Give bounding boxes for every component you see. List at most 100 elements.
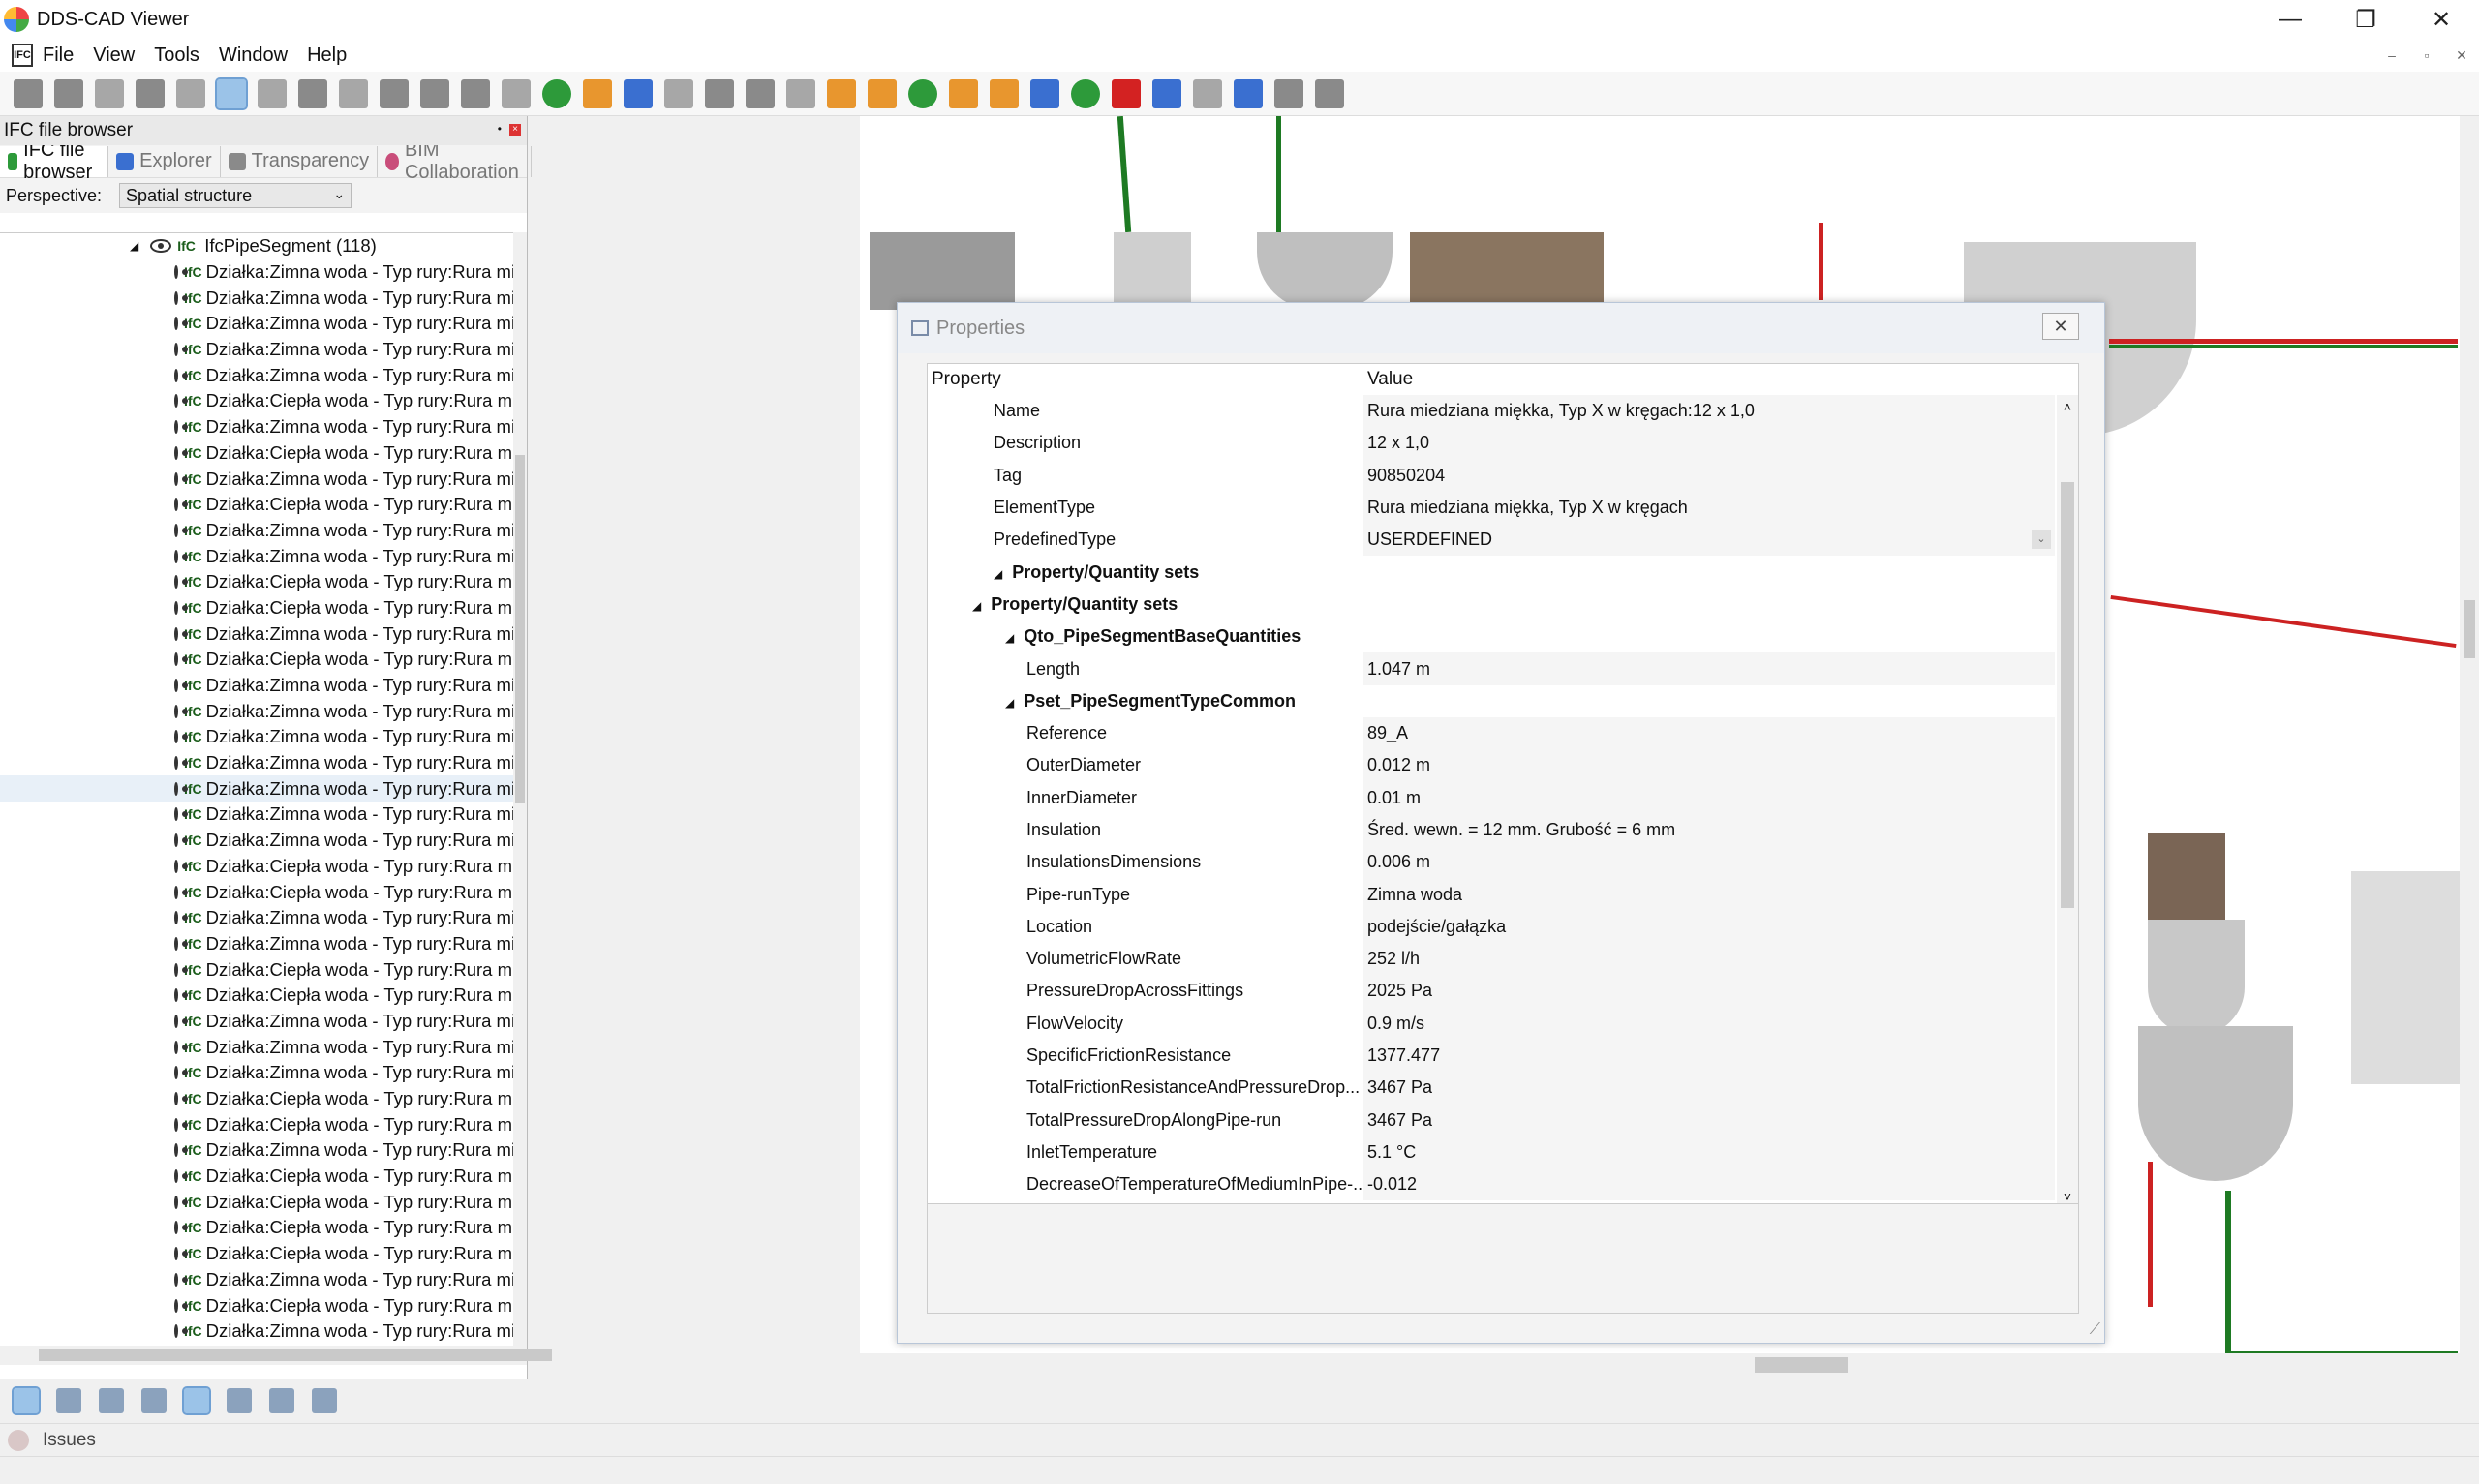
restore-button[interactable]: ❐ [2328,0,2403,39]
visibility-eye-icon[interactable] [174,523,188,537]
tree-item[interactable]: IfCDziałka:Zimna woda - Typ rury:Rura mi… [0,414,513,440]
perspective-select[interactable]: Spatial structure ⌄ [119,183,352,208]
camera-icon[interactable] [215,76,248,110]
scroll-thumb[interactable] [1755,1357,1848,1373]
visibility-eye-icon[interactable] [174,652,188,667]
visibility-eye-icon[interactable] [174,1117,188,1132]
property-row[interactable]: InsulationsDimensions 0.006 m [928,846,2078,879]
minimize-button[interactable]: — [2252,0,2328,39]
axis-icon[interactable] [227,1388,252,1413]
tree-item[interactable]: IfCDziałka:Zimna woda - Typ rury:Rura mi… [0,673,513,699]
property-row[interactable]: TotalFrictionResistanceAndPressureDrop..… [928,1072,2078,1105]
scroll-thumb[interactable] [515,455,525,803]
visibility-eye-icon[interactable] [174,859,188,873]
visibility-eye-icon[interactable] [174,1066,188,1080]
visibility-eye-icon[interactable] [174,1014,188,1028]
tree-item[interactable]: IfC Działka:Ciepła woda - Typ rury:Rura m… [0,1292,513,1318]
layer-icon[interactable] [786,78,815,108]
close-button[interactable]: ✕ [2403,0,2479,39]
tree-item[interactable]: IfC Działka:Ciepła woda - Typ rury:Rura m… [0,879,513,905]
view-iso-icon[interactable] [339,78,368,108]
visibility-eye-icon[interactable] [174,1195,188,1209]
tree-item[interactable]: IfCDziałka:Zimna woda - Typ rury:Rura mi… [0,1034,513,1060]
map-icon[interactable] [141,1388,167,1413]
viewport-horizontal-scrollbar[interactable] [860,1353,2460,1377]
tree-item[interactable]: IfC Działka:Ciepła woda - Typ rury:Rura m… [0,388,513,414]
property-row[interactable]: OuterDiameter 0.012 m [928,749,2078,782]
visibility-eye-icon[interactable] [174,1221,188,1235]
grid-scrollbar[interactable]: ˄ ˅ [2057,395,2078,1204]
visibility-eye-icon[interactable] [174,1092,188,1106]
chevron-down-icon[interactable]: ⌄ [2032,530,2051,550]
tree-item[interactable]: IfC Działka:Ciepła woda - Typ rury:Rura m… [0,1164,513,1190]
scroll-down-icon[interactable]: ˅ [2057,1189,2078,1204]
tree-item[interactable]: IfCDziałka:Zimna woda - Typ rury:Rura mi… [0,259,513,286]
property-row[interactable]: ElementType Rura miedziana miękka, Typ X … [928,491,2078,525]
tree-item[interactable]: IfCDziałka:Zimna woda - Typ rury:Rura mi… [0,1137,513,1164]
new-file-icon[interactable] [14,78,43,108]
viewport-vertical-scrollbar[interactable] [2460,116,2479,1355]
visibility-eye-icon[interactable] [174,600,188,615]
cut-remove-icon[interactable] [1112,78,1141,108]
dialog-title-bar[interactable]: Properties [898,303,2104,353]
visibility-eye-icon[interactable] [174,317,188,331]
scroll-thumb[interactable] [39,1349,552,1361]
property-row[interactable]: Description 12 x 1,0 [928,427,2078,460]
tree-item[interactable]: IfC Działka:Ciepła woda - Typ rury:Rura m… [0,1189,513,1215]
resize-grip-icon[interactable]: ⟋ [2090,1321,2100,1339]
panel-icon[interactable] [1274,78,1303,108]
property-row[interactable]: Tag 90850204 [928,459,2078,492]
tree-item[interactable]: IfCDziałka:Zimna woda - Typ rury:Rura mi… [0,698,513,724]
measure-icon[interactable] [705,78,734,108]
tree-item[interactable]: IfC Działka:Ciepła woda - Typ rury:Rura m… [0,595,513,621]
fly-icon[interactable] [624,78,653,108]
view-wire-icon[interactable] [502,78,531,108]
tab-bim-collaboration[interactable]: BIM Collaboration [378,139,532,183]
mdi-restore-button[interactable]: ▫ [2409,39,2444,72]
panel-close-icon[interactable]: × [509,124,521,136]
visibility-eye-icon[interactable] [174,1272,188,1287]
dialog-close-button[interactable]: ✕ [2042,313,2079,340]
window-grid-icon[interactable] [269,1388,294,1413]
tree-item[interactable]: IfCDziałka:Zimna woda - Typ rury:Rura mi… [0,1060,513,1086]
zoom-extents-icon[interactable] [136,78,165,108]
property-row[interactable]: Name Rura miedziana miękka, Typ X w kręga… [928,395,2078,428]
visibility-eye-icon[interactable] [174,1169,188,1184]
tree-view-icon[interactable] [12,1386,41,1415]
visibility-eye-icon[interactable] [174,265,188,280]
property-section[interactable]: ◢ Pset_PipeSegmentTypeCommon [928,685,2078,717]
pin-icon[interactable]: • [498,122,502,136]
property-row[interactable]: SpecificFrictionResistance 1377.477 [928,1039,2078,1073]
tree-item[interactable]: IfC Działka:Ciepła woda - Typ rury:Rura m… [0,647,513,673]
search-icon[interactable] [664,78,693,108]
visibility-eye-icon[interactable] [174,575,188,590]
menu-file[interactable]: File [33,45,83,67]
tree-item[interactable]: IfCDziałka:Zimna woda - Typ rury:Rura mi… [0,285,513,311]
scroll-thumb[interactable] [2061,482,2074,908]
grid-icon[interactable] [56,1388,81,1413]
section-icon[interactable] [258,78,287,108]
property-row[interactable]: InnerDiameter 0.01 m [928,781,2078,814]
hide-icon[interactable] [1193,78,1222,108]
refresh-icon[interactable] [542,78,571,108]
tree-item[interactable]: IfCDziałka:Zimna woda - Typ rury:Rura mi… [0,543,513,569]
visibility-eye-icon[interactable] [174,885,188,899]
visibility-eye-icon[interactable] [174,498,188,512]
close-view-icon[interactable] [312,1388,337,1413]
list-icon[interactable] [1315,78,1344,108]
tree-item[interactable]: IfC Działka:Ciepła woda - Typ rury:Rura m… [0,1086,513,1112]
layers-icon[interactable] [99,1388,124,1413]
property-row[interactable]: DecreaseOfTemperatureOfMediumInPipe-... -… [928,1168,2078,1201]
collapse-triangle-icon[interactable]: ◢ [130,239,138,253]
visibility-eye-icon[interactable] [174,368,188,382]
visibility-eye-icon[interactable] [174,290,188,305]
tree-item[interactable]: IfC Działka:Ciepła woda - Typ rury:Rura m… [0,492,513,518]
cut-icon[interactable] [1030,78,1059,108]
property-section[interactable]: ◢ Property/Quantity sets [928,589,2078,621]
scroll-up-icon[interactable]: ˄ [2057,399,2078,414]
tree-item[interactable]: IfCDziałka:Zimna woda - Typ rury:Rura mi… [0,802,513,828]
visibility-eye-icon[interactable] [174,1143,188,1158]
view-front-icon[interactable] [380,78,409,108]
back-arrow-icon[interactable] [908,78,937,108]
expand-triangle-icon[interactable]: ◢ [1005,696,1014,710]
